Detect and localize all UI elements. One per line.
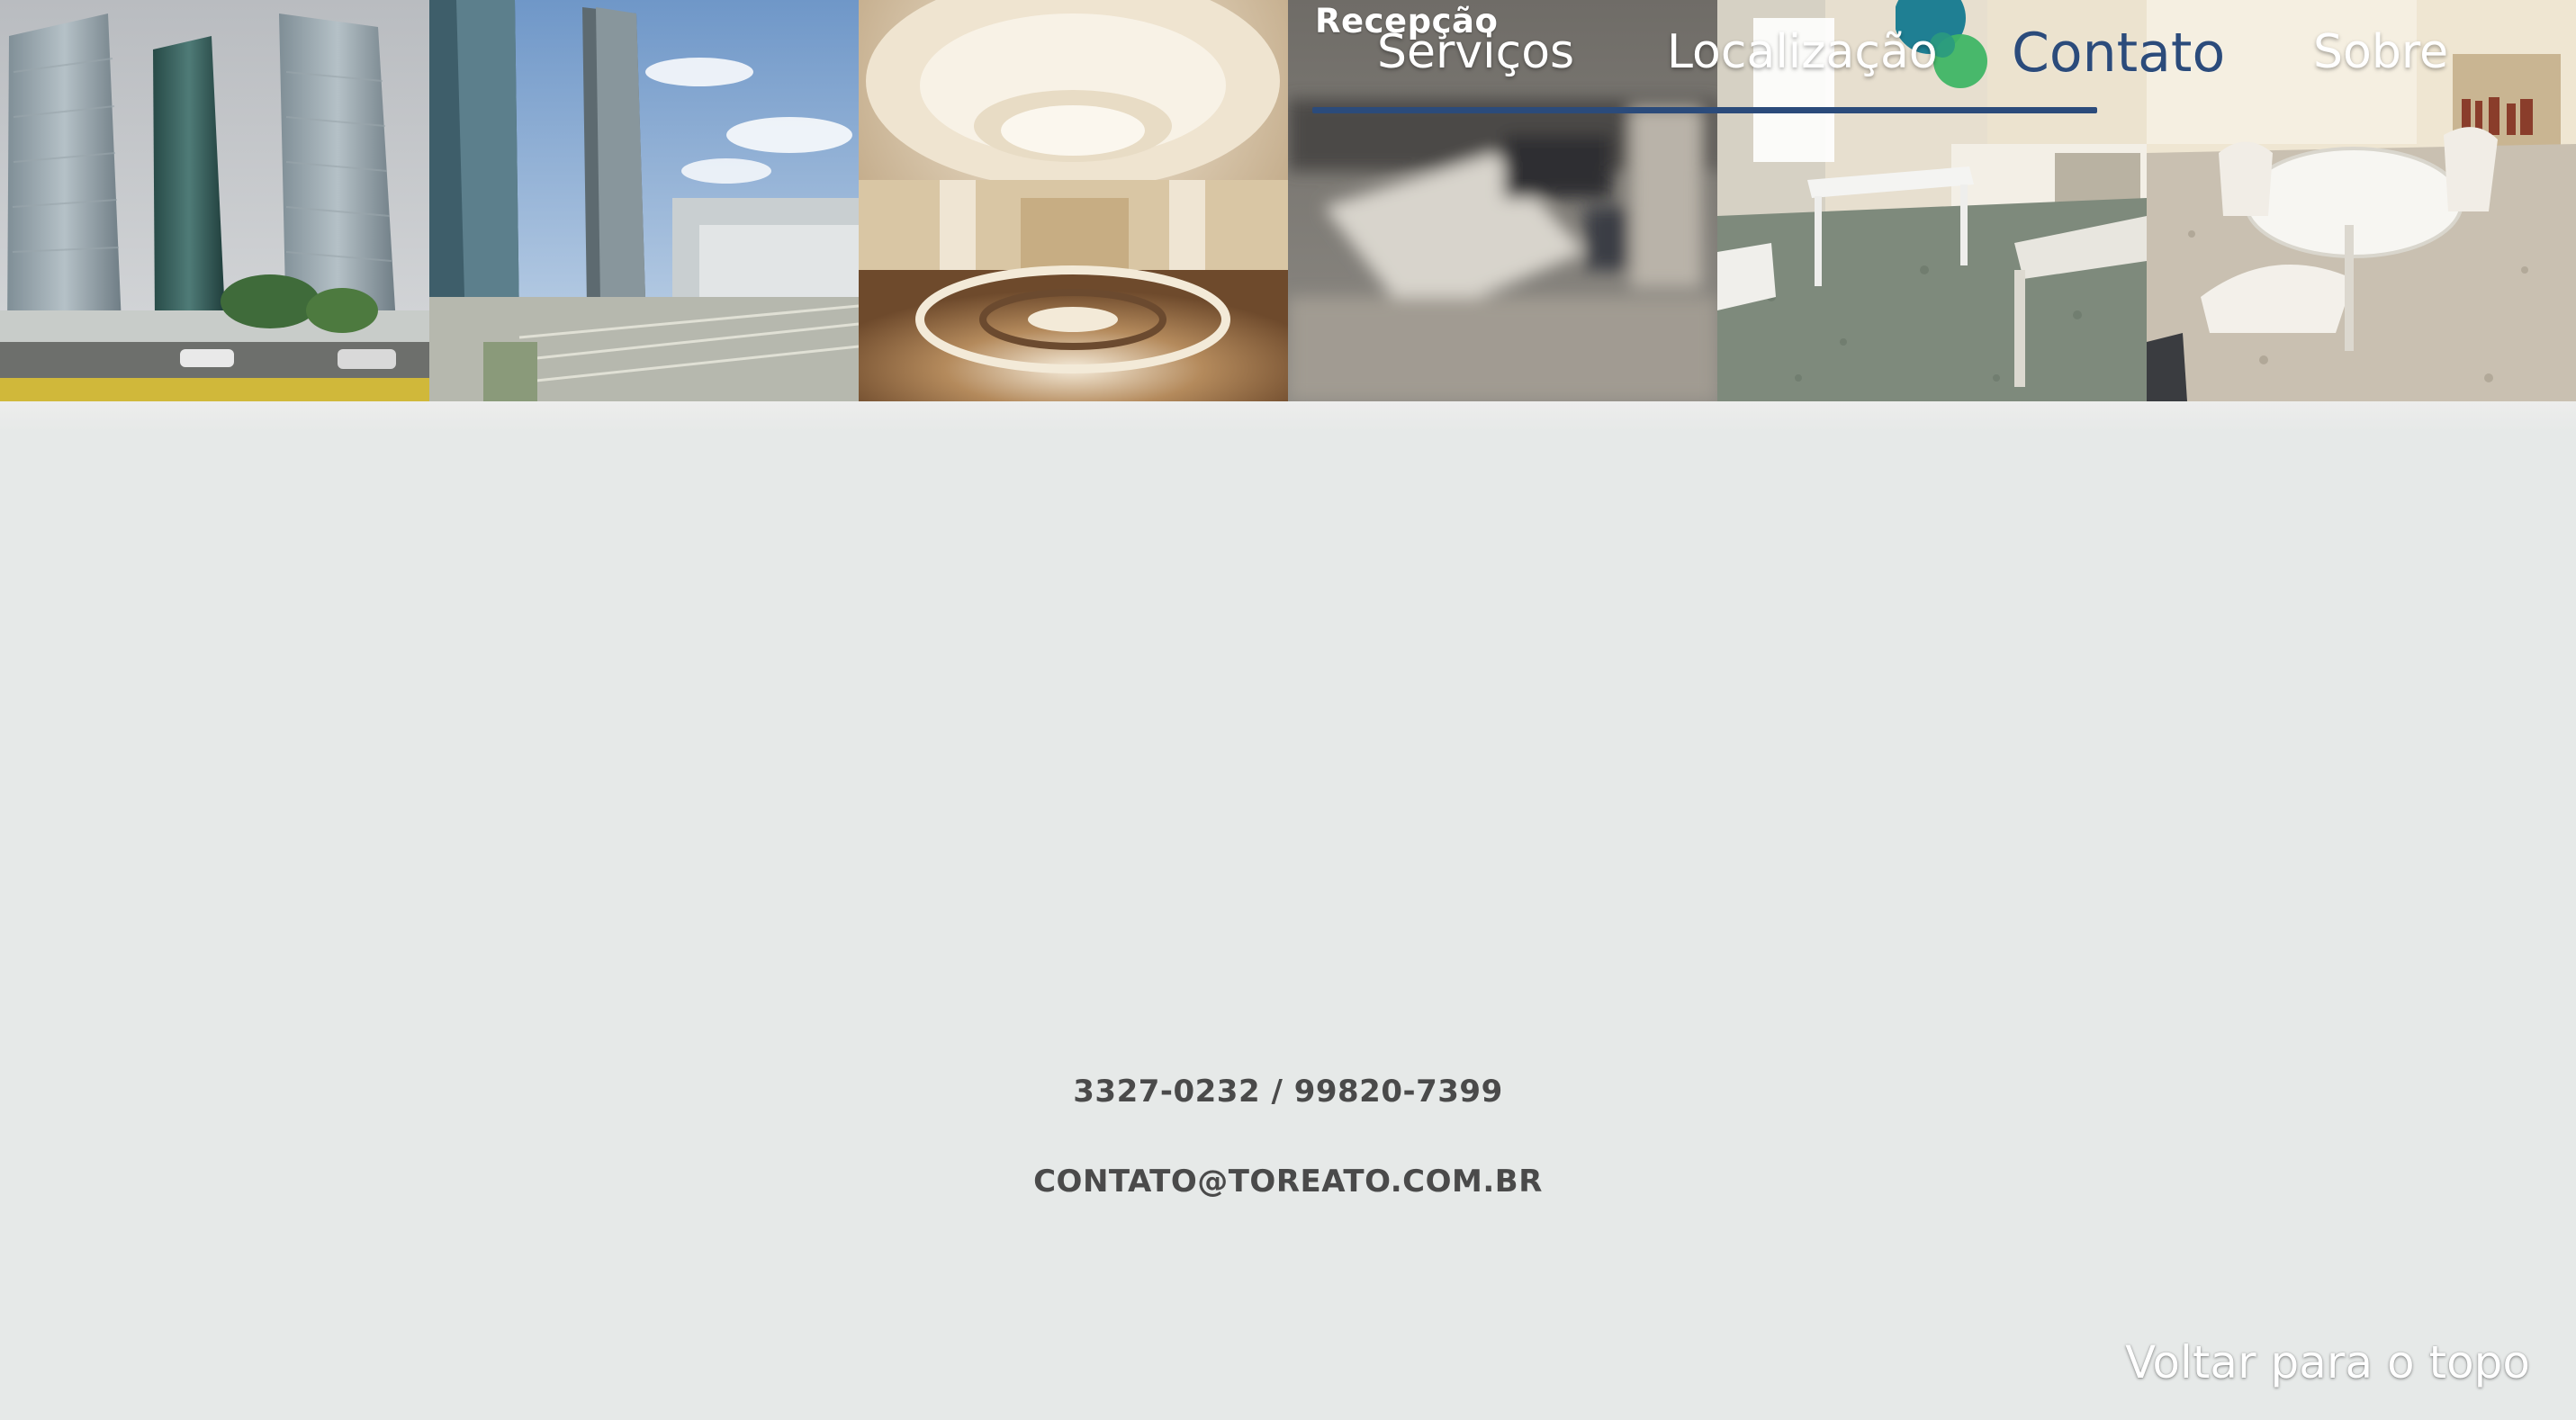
page: Recepção Serviços Localização Contato So… [0, 0, 2576, 1420]
nav-localizacao[interactable]: Localização [1667, 25, 1938, 79]
nav-contato[interactable]: Contato [2012, 22, 2225, 85]
contact-phone-numbers: 3327-0232 / 99820-7399 [1073, 1074, 1503, 1110]
strip-shadow [0, 401, 2576, 432]
main-navigation: Serviços Localização Contato Sobre [0, 0, 2576, 126]
contact-email[interactable]: CONTATO@TOREATO.COM.BR [0, 1164, 2576, 1200]
nav-active-underline [1312, 107, 2097, 113]
nav-servicos[interactable]: Serviços [1377, 25, 1574, 79]
nav-sobre[interactable]: Sobre [2313, 25, 2448, 79]
back-to-top-link[interactable]: Voltar para o topo [2125, 1336, 2530, 1389]
